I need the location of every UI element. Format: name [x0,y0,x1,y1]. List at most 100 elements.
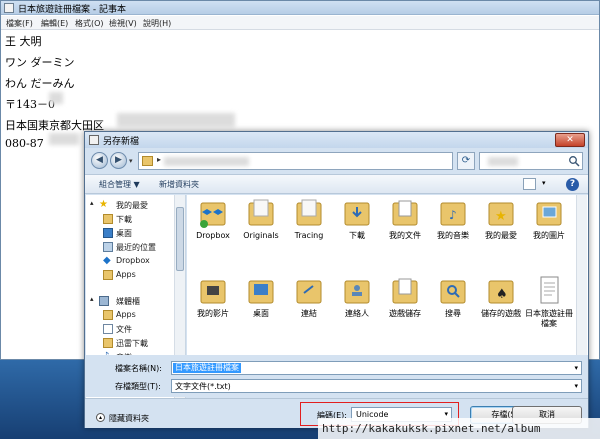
address-bar[interactable]: ▸ ▾ [138,152,499,170]
file-item-text-document[interactable]: 日本旅遊註冊檔案 [525,275,573,337]
file-list-scrollbar[interactable] [576,195,587,355]
redacted-text [49,92,63,104]
download-folder-icon [103,214,113,224]
file-item-my-documents[interactable]: 我的文件 [381,197,429,259]
save-as-dialog: 另存新檔 ✕ ◀ ▶ ▾ ▸ ▾ ⟳ 組合管理 ▼ 新增資料夾 ▾ ? ▴ [84,131,589,428]
filetype-label: 存檔類型(T): [115,382,161,391]
star-icon: ★ [99,199,108,210]
menu-file[interactable]: 檔案(F) [6,18,33,29]
file-item-dropbox[interactable]: Dropbox [189,197,237,259]
dialog-toolbar: 組合管理 ▼ 新增資料夾 ▾ ? [85,174,588,194]
saved-games-folder-icon: ♠ [488,280,514,304]
dropbox-icon: ◆ [103,255,111,266]
contacts-folder-icon [344,280,370,304]
dialog-titlebar[interactable]: 另存新檔 ✕ [85,132,588,148]
folder-icon [392,278,418,304]
chevron-down-icon[interactable]: ▾ [574,364,578,372]
menu-edit[interactable]: 編輯(E) [41,18,68,29]
menu-format[interactable]: 格式(O) [75,18,104,29]
folder-icon [103,310,113,320]
filetype-select[interactable]: 文字文件(*.txt) ▾ [171,379,582,393]
music-folder-icon: ♪ [440,202,466,226]
file-item-downloads[interactable]: 下載 [333,197,381,259]
redacted-text [117,113,235,127]
file-item-game-saves[interactable]: 遊戲儲存 [381,275,429,337]
folder-icon [248,199,274,226]
links-folder-icon [296,280,322,304]
folder-icon [103,338,113,348]
notepad-menubar: 檔案(F) 編輯(E) 格式(O) 檢視(V) 說明(H) [1,16,599,30]
redacted-path [164,157,249,166]
videos-folder-icon [200,280,226,304]
hide-folders-toggle[interactable]: 隱藏資料夾 [109,413,149,424]
redacted-text [49,133,79,145]
file-item-my-music[interactable]: ♪ 我的音樂 [429,197,477,259]
download-folder-icon [344,202,370,226]
svg-text:★: ★ [495,209,507,224]
breadcrumb-arrow-icon[interactable]: ▸ [157,155,161,164]
collapse-arrow-icon[interactable]: ▴ [90,295,94,303]
menu-help[interactable]: 說明(H) [143,18,171,29]
close-button[interactable]: ✕ [555,133,585,147]
desktop-folder-icon [248,280,274,304]
collapse-arrow-icon[interactable]: ▴ [96,413,105,422]
pictures-folder-icon [536,202,562,226]
documents-icon [103,324,113,334]
refresh-button[interactable]: ⟳ [457,152,475,170]
text-line: 〒143－0 [5,98,55,111]
file-item-searches[interactable]: 搜尋 [429,275,477,337]
file-item-links[interactable]: 連結 [285,275,333,337]
back-button[interactable]: ◀ [91,152,108,169]
address-row: ◀ ▶ ▾ ▸ ▾ ⟳ [85,149,588,173]
filename-label: 檔案名稱(N): [115,364,162,373]
dropbox-folder-icon [200,202,226,228]
scrollbar-thumb[interactable] [176,207,184,271]
folder-icon [103,270,113,280]
desktop-icon [103,228,113,238]
help-button[interactable]: ? [566,178,579,191]
dialog-app-icon [89,135,99,145]
recent-pages-dropdown-icon[interactable]: ▾ [129,157,133,165]
new-folder-button[interactable]: 新增資料夾 [159,179,199,190]
file-item-saved-games[interactable]: ♠ 儲存的遊戲 [477,275,525,337]
chevron-down-icon[interactable]: ▾ [574,382,578,390]
file-item-my-pictures[interactable]: 我的圖片 [525,197,573,259]
folder-icon [142,156,153,166]
recent-places-icon [103,242,113,252]
documents-folder-icon [392,200,418,226]
notepad-title: 日本旅遊註冊檔案 - 記事本 [18,5,126,15]
favorites-folder-icon: ★ [488,202,514,226]
notepad-titlebar[interactable]: 日本旅遊註冊檔案 - 記事本 [1,1,599,15]
file-item-originals[interactable]: Originals [237,197,285,259]
file-item-tracing[interactable]: Tracing [285,197,333,259]
svg-text:♪: ♪ [449,208,457,222]
text-line: 080-87 [5,137,44,150]
text-line: ワン ダーミン [5,56,75,69]
text-line: 王 大明 [5,35,42,48]
change-view-button[interactable] [523,178,536,190]
forward-button[interactable]: ▶ [110,152,127,169]
save-fields: 檔案名稱(N): 日本旅遊註冊檔案 ▾ 存檔類型(T): 文字文件(*.txt)… [85,355,588,397]
file-item-my-videos[interactable]: 我的影片 [189,275,237,337]
search-input[interactable] [479,152,583,170]
search-folder-icon [440,280,466,304]
text-file-icon [540,276,559,304]
text-line: わん だーみん [5,77,75,90]
notepad-app-icon [4,3,14,13]
libraries-icon [99,296,109,306]
file-item-contacts[interactable]: 連絡人 [333,275,381,337]
filename-input[interactable]: 日本旅遊註冊檔案 ▾ [171,361,582,375]
filename-value: 日本旅遊註冊檔案 [173,363,241,373]
chevron-down-icon[interactable]: ▾ [444,410,448,418]
filetype-value: 文字文件(*.txt) [175,382,231,391]
organize-button[interactable]: 組合管理 ▼ [99,179,140,190]
file-list: Dropbox Originals Tracing 下載 我的文件 ♪ 我的音樂… [187,195,588,355]
redacted-search-text [488,157,518,166]
svg-text:♠: ♠ [496,287,508,302]
search-icon [569,156,580,167]
menu-view[interactable]: 檢視(V) [109,18,137,29]
chevron-down-icon[interactable]: ▾ [542,179,546,187]
file-item-favorites[interactable]: ★ 我的最愛 [477,197,525,259]
file-item-desktop[interactable]: 桌面 [237,275,285,337]
collapse-arrow-icon[interactable]: ▴ [90,199,94,207]
